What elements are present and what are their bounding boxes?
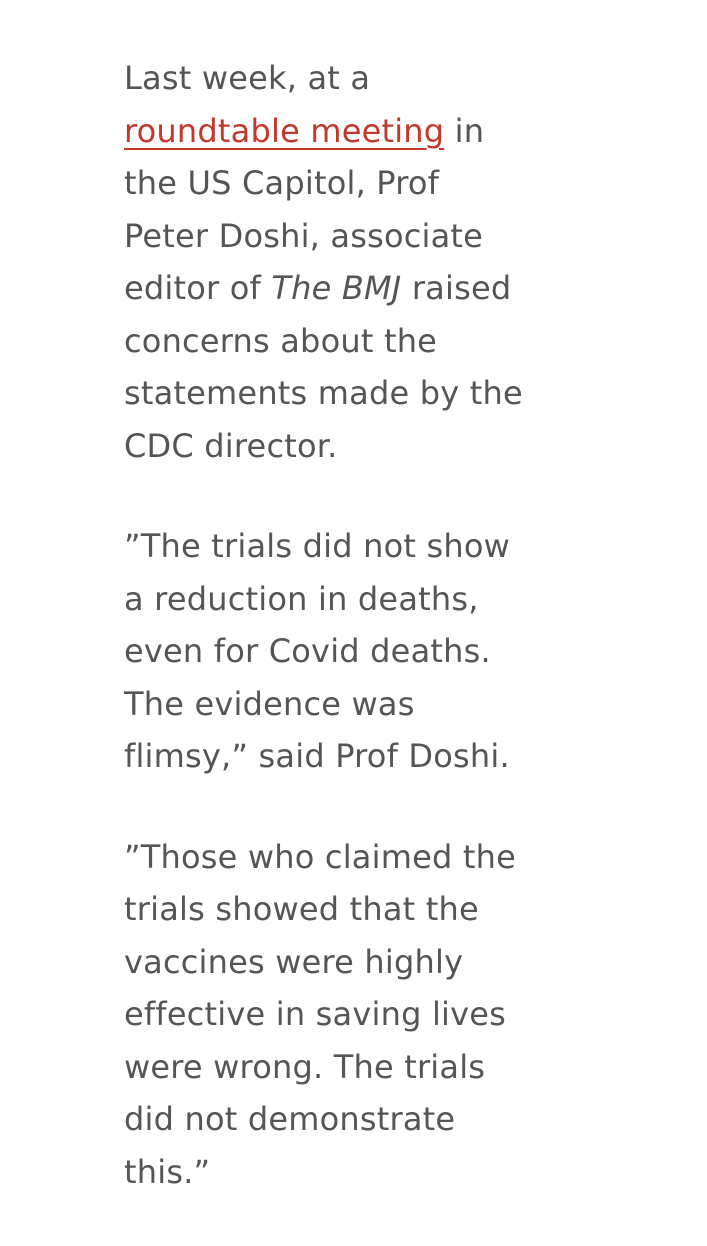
text-line: The evidence was: [124, 684, 415, 723]
text-line: Last week, at a: [124, 59, 371, 97]
text-fragment: in: [444, 111, 485, 150]
text-line: this.”: [124, 1152, 211, 1191]
text-line: did not demonstrate: [124, 1100, 456, 1138]
paragraph-2-quote: ”The trials did not show a reduction in …: [124, 520, 544, 783]
text-line: even for Covid deaths.: [124, 632, 491, 670]
text-fragment: editor of: [124, 269, 272, 307]
text-line: effective in saving lives: [124, 995, 507, 1033]
paragraph-3-quote: ”Those who claimed the trials showed tha…: [124, 831, 544, 1199]
text-line: were wrong. The trials: [124, 1047, 486, 1086]
text-line: editor of The BMJ raised: [124, 262, 544, 315]
text-line: trials showed that the: [124, 890, 479, 928]
text-line: flimsy,” said Prof Doshi.: [124, 737, 510, 775]
text-line: CDC director.: [124, 426, 338, 465]
text-line: ”The trials did not show: [124, 527, 510, 565]
text-line: ”Those who claimed the: [124, 837, 516, 876]
text-line: the US Capitol, Prof: [124, 164, 440, 202]
article-body: Last week, at a roundtable meeting in th…: [124, 52, 544, 1246]
text-line: statements made by the: [124, 374, 523, 412]
text-line: roundtable meeting in: [124, 105, 544, 158]
roundtable-meeting-link[interactable]: roundtable meeting: [124, 112, 444, 150]
publication-name: The BMJ: [271, 269, 402, 307]
text-fragment: raised: [401, 269, 512, 307]
text-line: concerns about the: [124, 321, 438, 360]
paragraph-1: Last week, at a roundtable meeting in th…: [124, 52, 544, 472]
text-line: a reduction in deaths,: [124, 579, 479, 618]
text-line: Peter Doshi, associate: [124, 216, 484, 255]
text-line: vaccines were highly: [124, 942, 464, 981]
